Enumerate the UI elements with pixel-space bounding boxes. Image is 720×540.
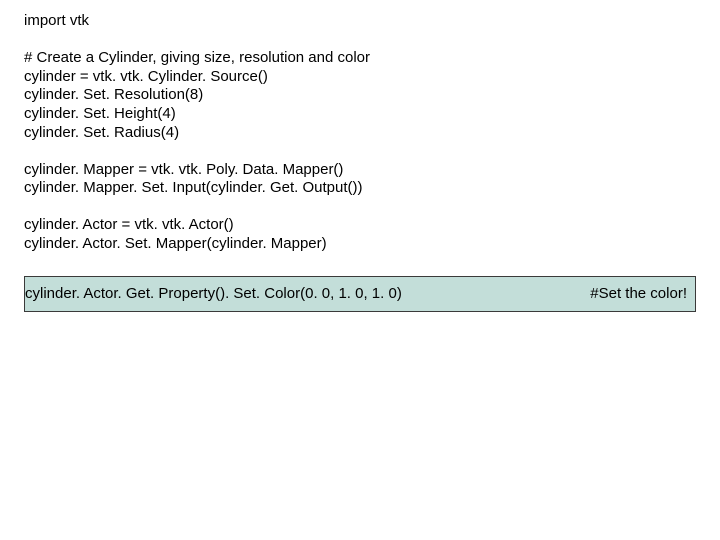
blank-line <box>24 143 696 161</box>
blank-line <box>24 31 696 49</box>
highlight-comment: #Set the color! <box>590 285 687 302</box>
code-block: import vtk # Create a Cylinder, giving s… <box>24 12 696 254</box>
code-line-comment: # Create a Cylinder, giving size, resolu… <box>24 49 696 68</box>
code-line-set-radius: cylinder. Set. Radius(4) <box>24 124 696 143</box>
highlight-box: cylinder. Actor. Get. Property(). Set. C… <box>24 276 696 312</box>
code-line-actor-setmapper: cylinder. Actor. Set. Mapper(cylinder. M… <box>24 235 696 254</box>
blank-line <box>24 198 696 216</box>
code-line-actor-create: cylinder. Actor = vtk. vtk. Actor() <box>24 216 696 235</box>
code-line-import: import vtk <box>24 12 696 31</box>
code-line-mapper-setinput: cylinder. Mapper. Set. Input(cylinder. G… <box>24 179 696 198</box>
slide: import vtk # Create a Cylinder, giving s… <box>0 0 720 540</box>
code-line-mapper-create: cylinder. Mapper = vtk. vtk. Poly. Data.… <box>24 161 696 180</box>
code-line-set-resolution: cylinder. Set. Resolution(8) <box>24 86 696 105</box>
highlight-code: cylinder. Actor. Get. Property(). Set. C… <box>25 285 402 302</box>
code-line-cylinder-create: cylinder = vtk. vtk. Cylinder. Source() <box>24 68 696 87</box>
code-line-set-height: cylinder. Set. Height(4) <box>24 105 696 124</box>
